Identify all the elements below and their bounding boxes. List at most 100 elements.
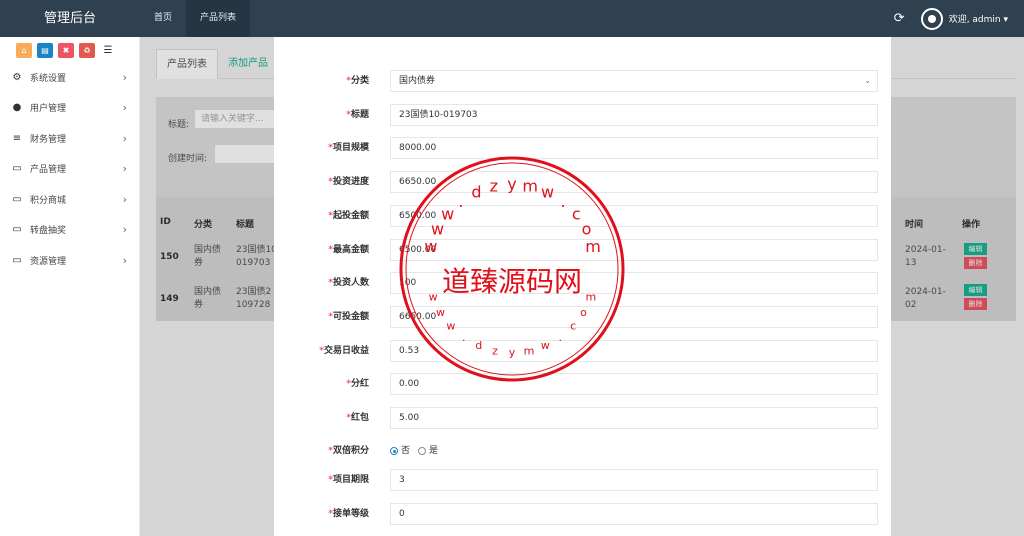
project-term-input[interactable]: 3 xyxy=(390,469,878,491)
field-label: *可投金额 xyxy=(328,312,369,322)
field-label: *起投金额 xyxy=(328,211,369,221)
stamp-ring-char-bottom: w xyxy=(541,339,550,352)
field-title: *标题 23国债10-019703 xyxy=(274,104,891,126)
stamp-ring-top: www. d z y m w .com xyxy=(424,175,601,256)
stamp-ring-char-top: . xyxy=(561,192,566,211)
avatar[interactable] xyxy=(920,7,943,30)
monitor-icon: ▭ xyxy=(12,254,22,266)
gears-icon: ⚙ xyxy=(12,71,22,83)
brand-title: 管理后台 xyxy=(43,11,96,26)
stamp-ring-char-top: m xyxy=(522,177,538,196)
sidebar-item-points-mall[interactable]: ▭ 积分商城 › xyxy=(0,184,139,215)
field-label: *投资人数 xyxy=(328,278,369,288)
sidebar-item-label: 积分商城 xyxy=(30,195,67,206)
field-label: *项目期限 xyxy=(328,475,369,485)
watermark-stamp: 道臻源码网 www. d z y m w .com www.d z y m w.com xyxy=(399,156,625,382)
title-input[interactable]: 23国债10-019703 xyxy=(390,104,878,126)
field-label: *投资进度 xyxy=(328,177,369,187)
field-red-packet: *红包 5.00 xyxy=(274,407,891,429)
sidebar-item-label: 财务管理 xyxy=(30,134,67,145)
stamp-ring-char-bottom: . xyxy=(558,331,562,344)
recycle-icon[interactable]: ♻ xyxy=(79,43,95,58)
stamp-ring-char-top: . xyxy=(458,192,463,211)
chevron-right-icon: › xyxy=(122,131,127,145)
database-icon: ≡ xyxy=(12,132,22,144)
radio-yes[interactable]: 是 xyxy=(418,440,438,462)
sidebar-item-system-settings[interactable]: ⚙ 系统设置 › xyxy=(0,62,139,93)
field-category: *分类 国内债券 ⌄ xyxy=(274,70,891,92)
radio-checked-icon xyxy=(390,447,398,455)
top-nav: 首页 产品列表 xyxy=(140,0,251,37)
sidebar-item-user-management[interactable]: ● 用户管理 › xyxy=(0,93,139,124)
stamp-center-text: 道臻源码网 xyxy=(442,265,582,298)
stamp-ring-char-bottom: z xyxy=(492,344,498,357)
stamp-ring-char-bottom: m xyxy=(524,344,535,357)
chevron-right-icon: › xyxy=(122,162,127,176)
field-label: *项目规模 xyxy=(328,143,369,153)
red-packet-input[interactable]: 5.00 xyxy=(390,407,878,429)
sidebar-item-resources[interactable]: ▭ 资源管理 › xyxy=(0,245,139,276)
file-icon[interactable]: ▤ xyxy=(37,43,53,58)
home-icon[interactable]: ⌂ xyxy=(16,43,32,58)
stamp-ring-char-bottom: w xyxy=(446,320,455,333)
stamp-ring-char-bottom: d xyxy=(475,339,482,352)
stamp-ring-char-bottom: m xyxy=(586,291,597,304)
sidebar-item-products[interactable]: ▭ 产品管理 › xyxy=(0,154,139,185)
topnav-product-list[interactable]: 产品列表 xyxy=(186,0,251,37)
category-select[interactable]: 国内债券 ⌄ xyxy=(390,70,878,92)
refresh-icon[interactable]: ⟳ xyxy=(894,11,905,26)
chevron-right-icon: › xyxy=(122,253,127,267)
list-icon[interactable]: ☰ xyxy=(100,43,116,58)
field-label: *分类 xyxy=(346,76,369,86)
chevron-right-icon: › xyxy=(122,70,127,84)
stamp-ring-char-bottom: w xyxy=(429,291,438,304)
radio-no[interactable]: 否 xyxy=(390,440,410,462)
sidebar-menu: ⚙ 系统设置 › ● 用户管理 › ≡ 财务管理 › ▭ 产品管理 › ▭ 积分… xyxy=(0,62,139,276)
monitor-icon: ▭ xyxy=(12,163,22,175)
field-double-points: *双倍积分 否 是 xyxy=(274,440,891,462)
sidebar-item-lucky-wheel[interactable]: ▭ 转盘抽奖 › xyxy=(0,215,139,246)
field-label: *交易日收益 xyxy=(319,346,369,356)
sidebar-item-label: 资源管理 xyxy=(30,256,67,267)
chevron-right-icon: › xyxy=(122,223,127,237)
stamp-ring-bottom: www.d z y m w.com xyxy=(429,291,597,359)
stamp-ring-char-top: w xyxy=(441,205,454,224)
stamp-ring-char-top: d xyxy=(471,182,481,201)
sidebar: ⌂ ▤ ✖ ♻ ☰ ⚙ 系统设置 › ● 用户管理 › ≡ 财务管理 › ▭ 产… xyxy=(0,37,140,536)
field-label: *最高金额 xyxy=(328,245,369,255)
stamp-ring-char-bottom: w xyxy=(436,306,445,319)
stamp-ring-char-top: c xyxy=(572,205,581,224)
sidebar-item-finance[interactable]: ≡ 财务管理 › xyxy=(0,123,139,154)
top-right: ⟳ 欢迎, admin ▾ xyxy=(894,0,1008,37)
stamp-ring-char-bottom: c xyxy=(570,320,576,333)
stamp-ring-char-top: z xyxy=(490,177,498,196)
field-label: *接单等级 xyxy=(328,509,369,519)
chevron-right-icon: › xyxy=(122,192,127,206)
trash-icon[interactable]: ✖ xyxy=(58,43,74,58)
topnav-home[interactable]: 首页 xyxy=(140,0,186,37)
user-menu[interactable]: 欢迎, admin ▾ xyxy=(949,12,1008,25)
field-label: *双倍积分 xyxy=(328,446,369,456)
stamp-ring-char-top: w xyxy=(541,182,554,201)
monitor-icon: ▭ xyxy=(12,193,22,205)
monitor-icon: ▭ xyxy=(12,224,22,236)
sidebar-item-label: 系统设置 xyxy=(30,73,67,84)
order-level-input[interactable]: 0 xyxy=(390,503,878,525)
field-label: *标题 xyxy=(346,110,369,120)
field-project-term: *项目期限 3 xyxy=(274,469,891,491)
sidebar-item-label: 转盘抽奖 xyxy=(30,226,67,237)
stamp-ring-char-bottom: y xyxy=(509,346,516,359)
field-label: *红包 xyxy=(346,413,369,423)
sidebar-item-label: 用户管理 xyxy=(30,104,67,115)
quick-buttons: ⌂ ▤ ✖ ♻ ☰ xyxy=(0,37,139,58)
stamp-ring-char-top: w xyxy=(424,237,437,256)
field-order-level: *接单等级 0 xyxy=(274,503,891,525)
chevron-right-icon: › xyxy=(122,101,127,115)
radio-unchecked-icon xyxy=(418,447,427,455)
stamp-ring-char-bottom: o xyxy=(580,306,587,319)
top-bar: 管理后台 首页 产品列表 ⟳ 欢迎, admin ▾ xyxy=(0,0,1024,37)
user-icon: ● xyxy=(12,102,22,114)
double-points-radios: 否 是 xyxy=(390,440,438,462)
stamp-ring-char-top: m xyxy=(585,237,601,256)
field-label: *分红 xyxy=(346,379,369,389)
